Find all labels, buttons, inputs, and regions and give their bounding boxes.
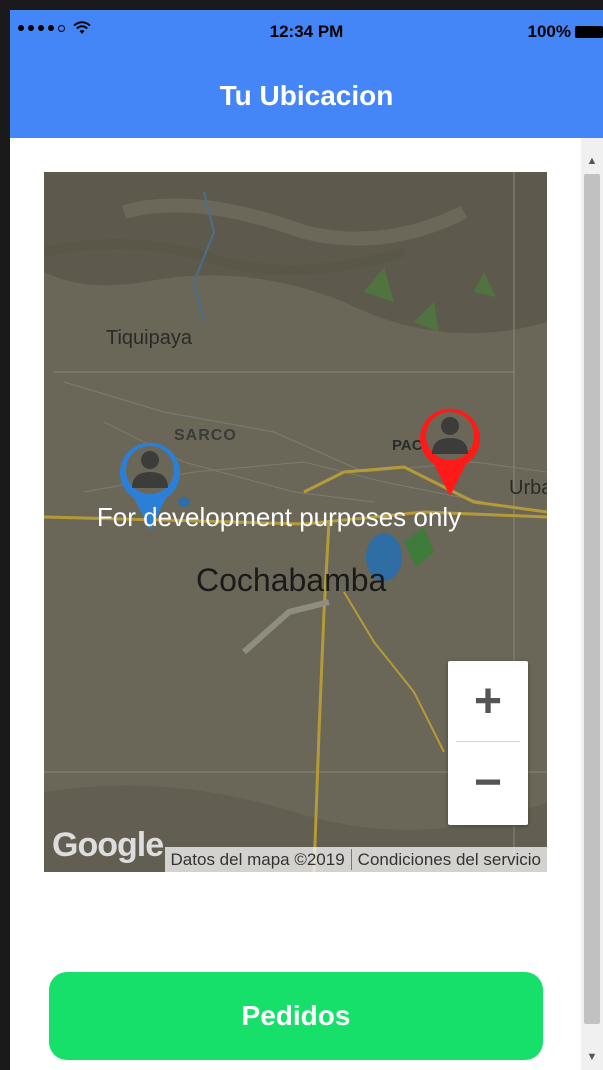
map-view[interactable]: Tiquipaya SARCO PAC Urba Cochabamba For … — [44, 172, 547, 872]
map-label-city: Cochabamba — [196, 562, 387, 598]
scrollbar[interactable]: ▲ ▼ — [581, 138, 603, 1070]
battery-indicator: 100% — [528, 22, 603, 42]
map-label-urba: Urba — [509, 477, 547, 499]
map-label-tiquipaya: Tiquipaya — [106, 327, 192, 349]
phone-screen: 12:34 PM 100% Tu Ubicacion Tiquipaya SAR… — [10, 10, 603, 1070]
status-bar: 12:34 PM 100% — [10, 10, 603, 56]
status-time: 12:34 PM — [269, 22, 344, 41]
app-header: 12:34 PM 100% Tu Ubicacion — [10, 10, 603, 138]
battery-icon — [575, 26, 603, 38]
page-title: Tu Ubicacion — [219, 80, 394, 111]
scroll-down-arrow-icon[interactable]: ▼ — [581, 1046, 603, 1068]
pedidos-button[interactable]: Pedidos — [49, 972, 543, 1060]
scroll-up-arrow-icon[interactable]: ▲ — [581, 150, 603, 172]
zoom-out-button[interactable]: − — [448, 742, 528, 822]
map-pin-icon — [420, 408, 480, 496]
driver-location-marker[interactable] — [414, 400, 486, 503]
zoom-control: + − — [448, 661, 528, 825]
battery-percent: 100% — [527, 22, 571, 41]
main-content: Tiquipaya SARCO PAC Urba Cochabamba For … — [10, 138, 603, 1070]
google-logo: Google — [52, 826, 164, 864]
terms-of-service-link[interactable]: Condiciones del servicio — [352, 850, 547, 870]
zoom-in-button[interactable]: + — [448, 661, 528, 741]
map-data-attribution: Datos del mapa ©2019 — [170, 849, 345, 869]
scrollbar-thumb[interactable] — [584, 174, 600, 1024]
map-attribution: Datos del mapa ©2019 Condiciones del ser… — [164, 847, 547, 872]
dev-watermark: For development purposes only — [96, 502, 462, 532]
